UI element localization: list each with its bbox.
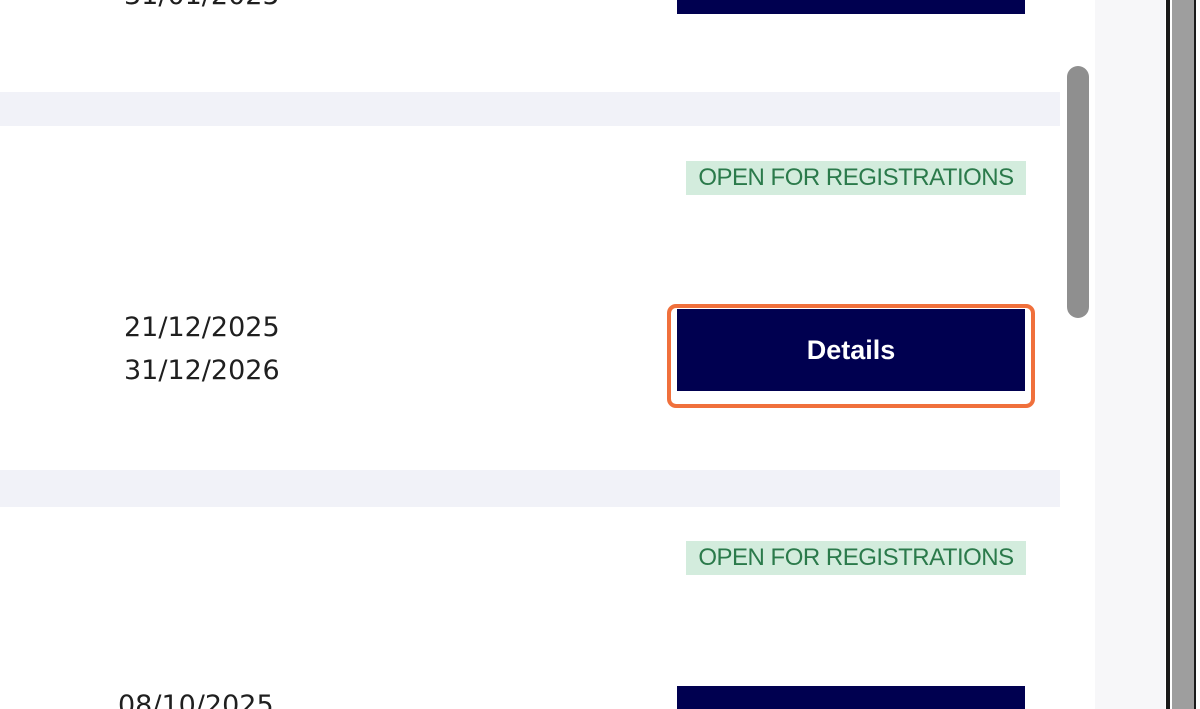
events-list: 31/01/2025 OPEN FOR REGISTRATIONS 21/12/… — [0, 0, 1095, 709]
status-badge: OPEN FOR REGISTRATIONS — [686, 161, 1026, 195]
event-card: OPEN FOR REGISTRATIONS 21/12/2025 31/12/… — [0, 126, 1060, 470]
window-border — [1166, 0, 1170, 709]
details-button[interactable] — [677, 0, 1025, 14]
event-date-start: 31/01/2025 — [124, 0, 280, 12]
event-date-end: 31/12/2026 — [124, 355, 280, 386]
scrollbar-thumb[interactable] — [1067, 66, 1089, 318]
event-date-start: 08/10/2025 — [118, 690, 274, 709]
outer-scrollbar-track — [1172, 0, 1196, 709]
event-date-start: 21/12/2025 — [124, 312, 280, 343]
card-separator — [0, 470, 1060, 507]
event-card: OPEN FOR REGISTRATIONS — [0, 507, 1060, 709]
details-button[interactable]: Details — [677, 309, 1025, 391]
details-button[interactable] — [677, 686, 1025, 709]
event-card: 31/01/2025 — [0, 0, 1060, 92]
status-badge: OPEN FOR REGISTRATIONS — [686, 541, 1026, 575]
page-gutter — [1095, 0, 1165, 709]
browser-viewport: 31/01/2025 OPEN FOR REGISTRATIONS 21/12/… — [0, 0, 1200, 709]
card-separator — [0, 92, 1060, 126]
